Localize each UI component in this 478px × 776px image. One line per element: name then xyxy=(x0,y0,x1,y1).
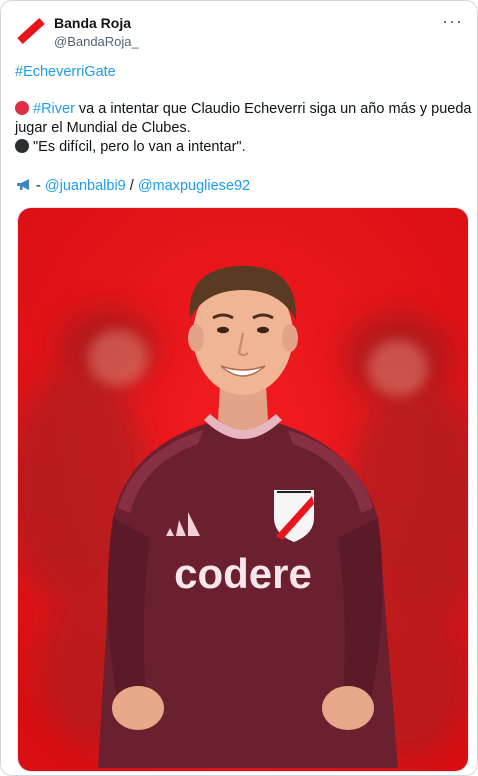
player-photo: codere xyxy=(18,208,468,771)
mention-maxpugliese92[interactable]: @maxpugliese92 xyxy=(138,178,250,194)
more-options-icon[interactable]: ··· xyxy=(442,12,463,30)
author-avatar[interactable] xyxy=(14,14,48,48)
megaphone-icon xyxy=(17,179,29,190)
tweet-text-line-1: #River va a intentar que Claudio Echever… xyxy=(15,100,471,119)
source-separator: - xyxy=(32,178,45,194)
hashtag-river[interactable]: #River xyxy=(33,101,75,117)
shirt-sponsor-text: codere xyxy=(174,550,312,597)
tweet-sources-line: - @juanbalbi9 / @maxpugliese92 xyxy=(15,177,250,196)
mention-juanbalbi9[interactable]: @juanbalbi9 xyxy=(45,178,126,194)
mention-separator: / xyxy=(125,178,138,194)
author-handle[interactable]: @BandaRoja_ xyxy=(54,34,139,49)
tweet-text: va a intentar que Claudio Echeverri siga… xyxy=(74,101,472,117)
hashtag-echeverrigate[interactable]: #EcheverriGate xyxy=(15,64,116,80)
tweet-card: Banda Roja @BandaRoja_ ··· #EcheverriGat… xyxy=(0,0,478,776)
hashtag-line: #EcheverriGate xyxy=(15,63,116,82)
black-circle-icon xyxy=(15,139,29,153)
author-name[interactable]: Banda Roja xyxy=(54,15,131,31)
tweet-quote: "Es difícil, pero lo van a intentar". xyxy=(33,139,246,155)
tweet-text-line-3: "Es difícil, pero lo van a intentar". xyxy=(15,138,246,157)
tweet-photo[interactable]: codere xyxy=(17,207,469,772)
banda-roja-logo-icon xyxy=(14,14,48,48)
tweet-text-line-2: jugar el Mundial de Clubes. xyxy=(15,120,191,136)
red-circle-icon xyxy=(15,101,29,115)
